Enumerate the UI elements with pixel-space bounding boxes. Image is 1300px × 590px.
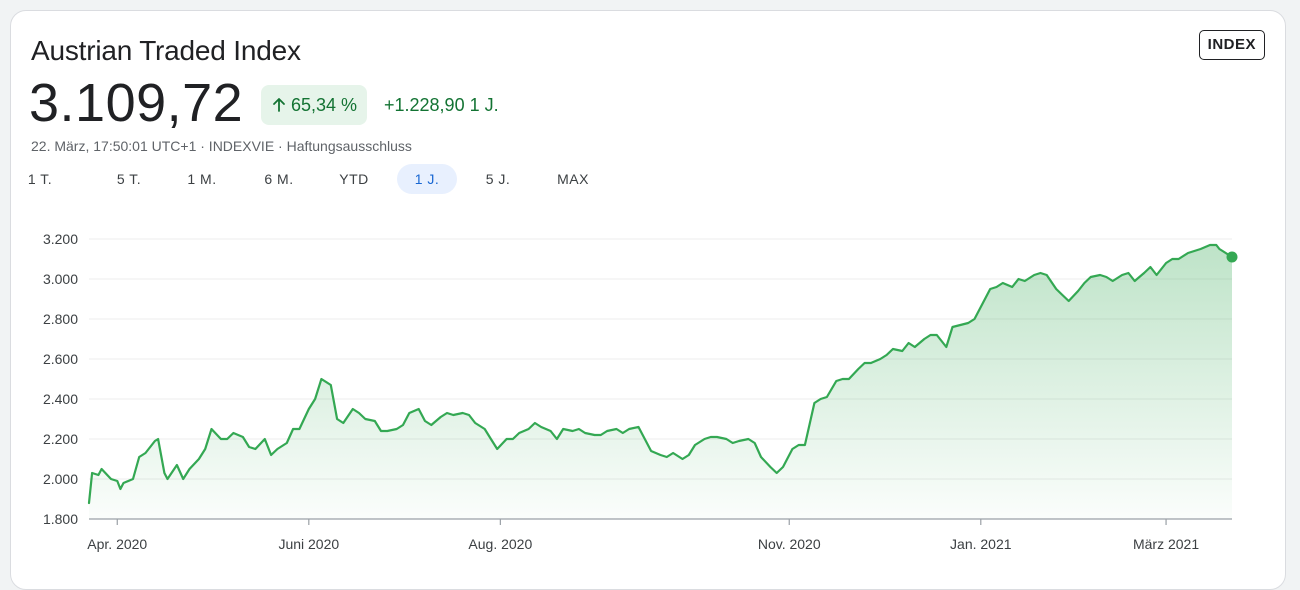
price-chart[interactable]: 1.800 2.000 2.200 2.400 2.600 2.800 3.000 3.200…	[0, 0, 1300, 579]
x-tick-label: Jan. 2021	[950, 536, 1012, 552]
x-tick-label: März 2021	[1133, 536, 1199, 552]
area-fill	[89, 245, 1232, 519]
x-tick-label: Apr. 2020	[87, 536, 147, 552]
y-axis-labels: 1.800 2.000 2.200 2.400 2.600 2.800 3.000 3.200	[43, 231, 78, 527]
y-tick-label: 1.800	[43, 511, 78, 527]
x-tick-label: Aug. 2020	[468, 536, 532, 552]
price-area	[89, 245, 1232, 519]
x-axis: Apr. 2020 Juni 2020 Aug. 2020 Nov. 2020 Jan.…	[87, 518, 1232, 552]
y-tick-label: 2.600	[43, 351, 78, 367]
y-tick-label: 2.000	[43, 471, 78, 487]
y-tick-label: 3.200	[43, 231, 78, 247]
y-tick-label: 3.000	[43, 271, 78, 287]
last-price-dot	[1226, 251, 1238, 263]
y-tick-label: 2.200	[43, 431, 78, 447]
y-tick-label: 2.400	[43, 391, 78, 407]
x-tick-label: Juni 2020	[278, 536, 339, 552]
y-tick-label: 2.800	[43, 311, 78, 327]
x-tick-label: Nov. 2020	[758, 536, 821, 552]
